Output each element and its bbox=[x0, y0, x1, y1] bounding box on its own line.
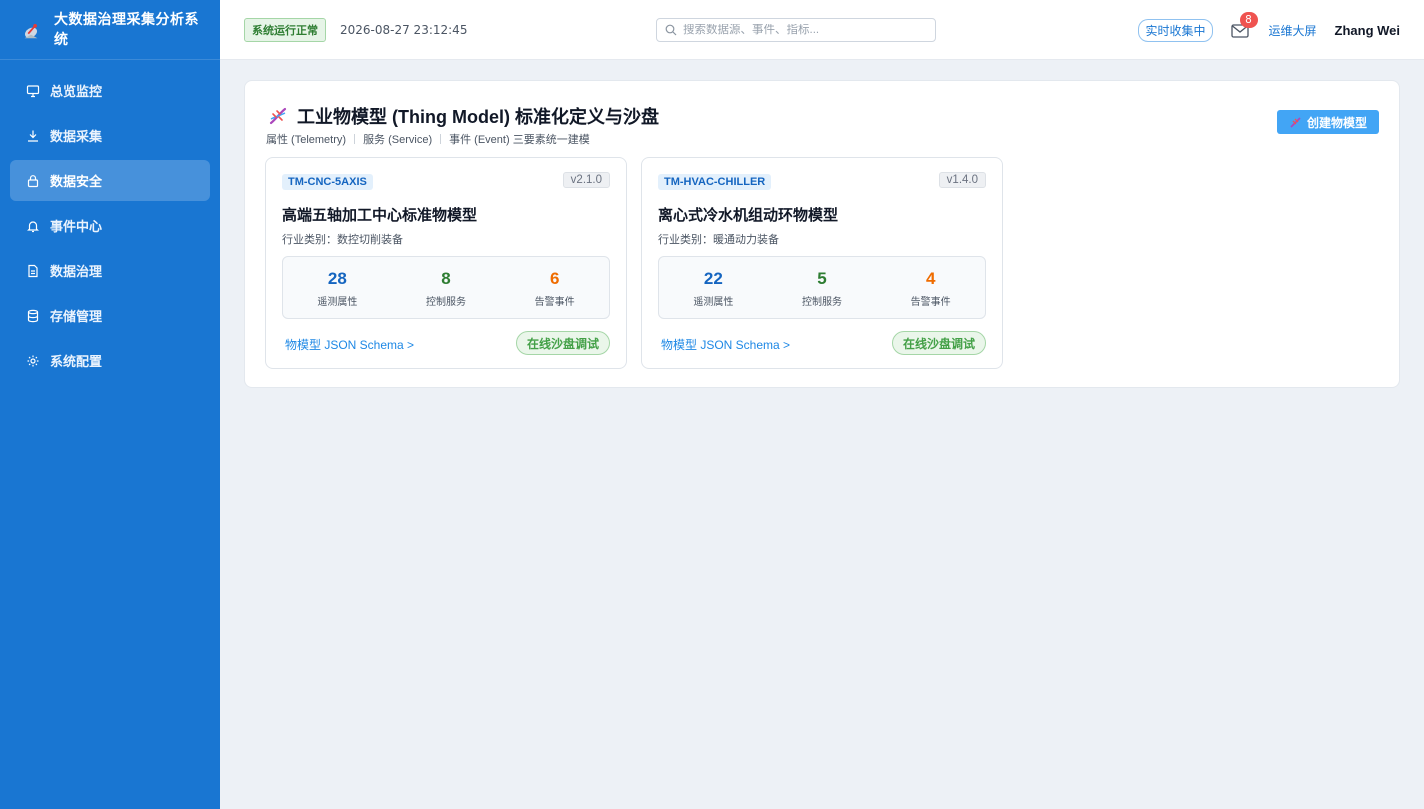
model-version: v2.1.0 bbox=[562, 172, 610, 188]
header-actions: 实时收集中 8 运维大屏 Zhang Wei bbox=[1138, 0, 1400, 60]
model-category: 行业类别：数控切削装备 bbox=[282, 233, 403, 246]
thing-model-card: TM-HVAC-CHILLER v1.4.0 离心式冷水机组动环物模型 行业类别… bbox=[641, 157, 1003, 369]
sidebar-item-label: 数据安全 bbox=[50, 175, 103, 190]
stat-value: 28 bbox=[327, 269, 347, 288]
dna-icon bbox=[1290, 116, 1301, 128]
sidebar-item-governance[interactable]: 数据治理 bbox=[10, 250, 210, 291]
thing-model-panel: 工业物模型 (Thing Model) 标准化定义与沙盘 属性 (Telemet… bbox=[244, 80, 1400, 388]
stat-label: 控制服务 bbox=[426, 297, 466, 308]
monitor-icon bbox=[26, 84, 40, 98]
json-schema-link[interactable]: 物模型 JSON Schema > bbox=[285, 336, 414, 353]
sidebar-item-events[interactable]: 事件中心 bbox=[10, 205, 210, 246]
search-input[interactable] bbox=[683, 24, 923, 36]
sidebar-item-settings[interactable]: 系统配置 bbox=[10, 340, 210, 381]
json-schema-link[interactable]: 物模型 JSON Schema > bbox=[661, 336, 790, 353]
model-name: 离心式冷水机组动环物模型 bbox=[658, 206, 839, 224]
stat-event: 6 告警事件 bbox=[500, 257, 609, 318]
search-box[interactable] bbox=[656, 18, 936, 42]
stat-label: 告警事件 bbox=[910, 297, 951, 308]
sidebar-item-label: 数据治理 bbox=[50, 265, 103, 280]
bell-icon bbox=[26, 219, 40, 233]
document-icon bbox=[26, 264, 40, 278]
datetime: 2026-08-27 23:12:45 bbox=[340, 22, 468, 37]
sidebar: 大数据治理采集分析系统 总览监控 数据采集 数据安全 事件中心 数据治理 存储管… bbox=[0, 0, 220, 809]
lock-icon bbox=[26, 174, 40, 188]
app-title: 大数据治理采集分析系统 bbox=[54, 11, 199, 48]
subtitle-telemetry: 属性 (Telemetry) bbox=[266, 134, 347, 146]
stat-label: 控制服务 bbox=[802, 297, 842, 308]
sidebar-item-collection[interactable]: 数据采集 bbox=[10, 115, 210, 156]
stat-telemetry: 28 遥测属性 bbox=[283, 257, 392, 318]
ops-dashboard-link[interactable]: 运维大屏 bbox=[1269, 22, 1317, 39]
stat-value: 5 bbox=[817, 269, 827, 288]
satellite-icon bbox=[24, 23, 38, 38]
sandbox-debug-button[interactable]: 在线沙盘调试 bbox=[891, 331, 986, 355]
stat-value: 4 bbox=[925, 269, 936, 288]
stat-label: 告警事件 bbox=[534, 297, 575, 308]
mail-count-badge: 8 bbox=[1239, 12, 1258, 28]
subtitle-event: 事件 (Event) 三要素统一建模 bbox=[449, 134, 590, 146]
user-name[interactable]: Zhang Wei bbox=[1335, 23, 1400, 38]
stat-value: 8 bbox=[441, 269, 451, 288]
stat-value: 22 bbox=[703, 269, 723, 288]
create-button-label: 创建物模型 bbox=[1306, 115, 1367, 130]
database-icon bbox=[26, 309, 40, 323]
stat-telemetry: 22 遥测属性 bbox=[659, 257, 768, 318]
sidebar-item-label: 数据采集 bbox=[50, 130, 103, 145]
subtitle-service: 服务 (Service) bbox=[363, 134, 433, 146]
divider bbox=[440, 134, 442, 144]
thing-model-card: TM-CNC-5AXIS v2.1.0 高端五轴加工中心标准物模型 行业类别：数… bbox=[265, 157, 627, 369]
create-thing-model-button[interactable]: 创建物模型 bbox=[1276, 110, 1379, 134]
mail-button[interactable]: 8 bbox=[1230, 12, 1258, 38]
model-code: TM-HVAC-CHILLER bbox=[658, 174, 772, 190]
sidebar-item-label: 存储管理 bbox=[50, 310, 103, 325]
sidebar-nav: 总览监控 数据采集 数据安全 事件中心 数据治理 存储管理 系统配置 bbox=[0, 60, 220, 381]
sidebar-item-security[interactable]: 数据安全 bbox=[10, 160, 210, 201]
model-name: 高端五轴加工中心标准物模型 bbox=[282, 206, 478, 224]
sidebar-item-label: 总览监控 bbox=[50, 85, 103, 100]
sidebar-item-overview[interactable]: 总览监控 bbox=[10, 70, 210, 111]
gear-icon bbox=[26, 354, 40, 368]
model-code: TM-CNC-5AXIS bbox=[282, 174, 373, 190]
live-collection-badge: 实时收集中 bbox=[1138, 18, 1213, 42]
sidebar-item-label: 事件中心 bbox=[50, 220, 103, 235]
stat-event: 4 告警事件 bbox=[876, 257, 985, 318]
download-icon bbox=[26, 129, 40, 143]
stat-service: 8 控制服务 bbox=[392, 257, 501, 318]
sidebar-item-storage[interactable]: 存储管理 bbox=[10, 295, 210, 336]
stat-label: 遥测属性 bbox=[693, 297, 734, 308]
dna-icon bbox=[269, 107, 287, 125]
model-stats: 28 遥测属性 8 控制服务 6 告警事件 bbox=[282, 256, 610, 319]
top-header: 系统运行正常 2026-08-27 23:12:45 实时收集中 8 运维大屏 … bbox=[220, 0, 1424, 60]
page-title: 工业物模型 (Thing Model) 标准化定义与沙盘 bbox=[297, 107, 659, 127]
status-badge: 系统运行正常 bbox=[244, 17, 326, 42]
brand: 大数据治理采集分析系统 bbox=[0, 0, 220, 60]
model-stats: 22 遥测属性 5 控制服务 4 告警事件 bbox=[658, 256, 986, 319]
panel-subtitle: 属性 (Telemetry) 服务 (Service) 事件 (Event) 三… bbox=[266, 131, 590, 147]
stat-service: 5 控制服务 bbox=[768, 257, 877, 318]
stat-value: 6 bbox=[549, 269, 560, 288]
search-icon bbox=[665, 24, 677, 36]
stat-label: 遥测属性 bbox=[317, 297, 358, 308]
sidebar-item-label: 系统配置 bbox=[50, 355, 103, 370]
model-category: 行业类别：暖通动力装备 bbox=[658, 233, 779, 246]
divider bbox=[354, 134, 356, 144]
model-version: v1.4.0 bbox=[938, 172, 986, 188]
panel-title: 工业物模型 (Thing Model) 标准化定义与沙盘 bbox=[267, 103, 659, 129]
sandbox-debug-button[interactable]: 在线沙盘调试 bbox=[515, 331, 610, 355]
